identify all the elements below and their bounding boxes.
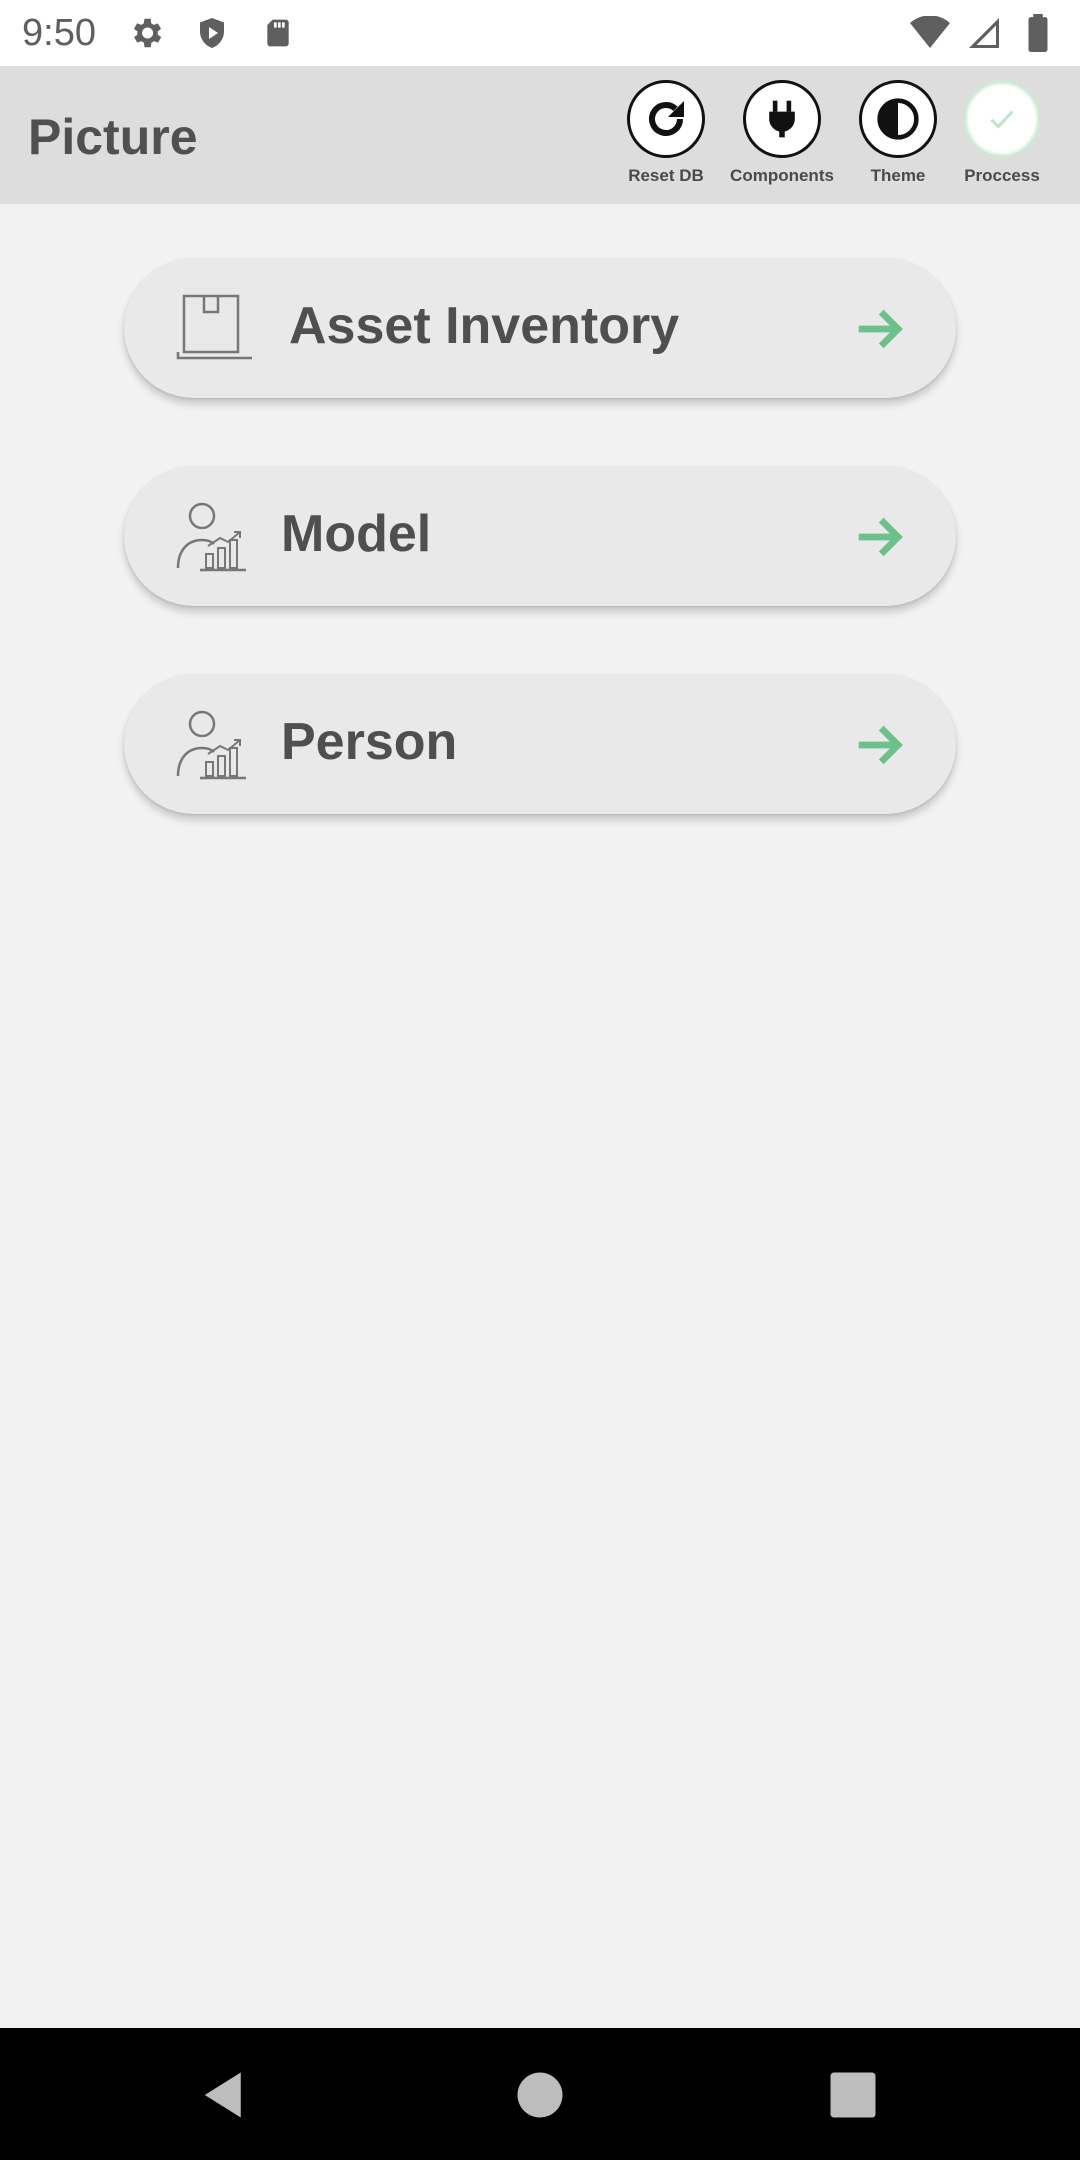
home-icon[interactable] (513, 2068, 567, 2122)
menu-item-label: Model (281, 505, 432, 563)
theme-label: Theme (870, 166, 926, 185)
refresh-icon (627, 80, 705, 158)
reset-db-label: Reset DB (628, 166, 704, 185)
plug-icon (743, 80, 821, 158)
status-bar: 9:50 (0, 0, 1080, 66)
page-title: Picture (28, 109, 198, 165)
gear-icon (126, 13, 166, 53)
menu-item-label: Asset Inventory (289, 297, 680, 355)
wifi-icon (910, 13, 950, 53)
battery-icon (1018, 13, 1058, 53)
process-button[interactable]: Proccess (942, 80, 1062, 186)
components-label: Components (730, 166, 834, 185)
person-chart-icon (176, 500, 256, 572)
navigation-bar (0, 2028, 1080, 2160)
contrast-icon (859, 80, 937, 158)
theme-button[interactable]: Theme (838, 80, 958, 186)
reset-db-button[interactable]: Reset DB (606, 80, 726, 186)
arrow-right-icon (852, 302, 906, 356)
menu-item-model[interactable]: Model (124, 466, 956, 606)
cell-signal-icon (964, 13, 1004, 53)
shield-play-icon (192, 13, 232, 53)
menu-item-label: Person (281, 713, 458, 771)
menu-item-asset-inventory[interactable]: Asset Inventory (124, 258, 956, 398)
box-icon (176, 292, 256, 364)
arrow-right-icon (852, 510, 906, 564)
check-icon (963, 80, 1041, 158)
app-bar: Picture Reset DB Components Theme Procce… (0, 66, 1080, 204)
arrow-right-icon (852, 718, 906, 772)
sd-card-icon (258, 13, 298, 53)
person-chart-icon (176, 708, 256, 780)
process-label: Proccess (964, 166, 1040, 185)
status-time: 9:50 (22, 11, 96, 54)
back-icon[interactable] (198, 2068, 252, 2122)
menu-item-person[interactable]: Person (124, 674, 956, 814)
components-button[interactable]: Components (722, 80, 842, 186)
recents-icon[interactable] (826, 2068, 880, 2122)
